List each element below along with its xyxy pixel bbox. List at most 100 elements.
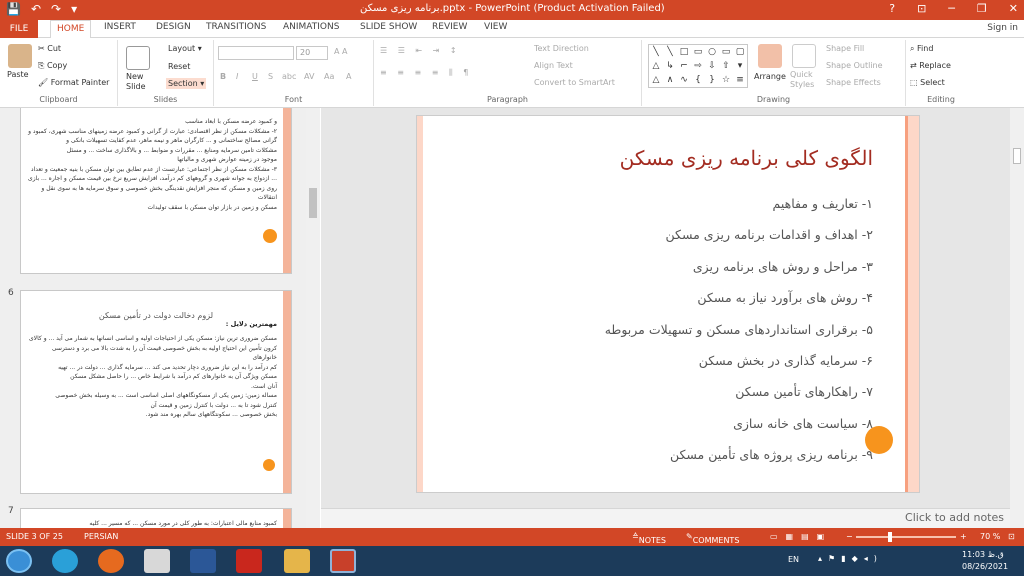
shape-option[interactable]: ╲ [663,45,677,59]
format-painter-button[interactable]: 🖌 Format Painter [38,78,109,87]
shape-effects-button[interactable]: Shape Effects [826,78,881,87]
scroll-thumb[interactable] [1013,148,1021,164]
slide-list-item[interactable]: ۴- روش های برآورد نیاز به مسکن [605,282,873,313]
slide-thumbnail-pane[interactable]: و کمبود عرضه مسکن با ابعاد مناسب ۲- مشکلا… [0,108,320,528]
shape-option[interactable]: } [705,73,719,87]
slide-thumbnail-6[interactable]: لزوم دخالت دولت در تأمین مسکن مهمترین دل… [20,290,292,494]
list-buttons[interactable]: ☰ ☰ ⇤ ⇥ ↕ [380,46,461,55]
shape-option[interactable]: ▭ [691,45,705,59]
acrobat-icon[interactable] [236,549,262,573]
thumbnail-scrollbar[interactable] [306,108,320,528]
bold-button[interactable]: B [220,72,226,81]
tab-view[interactable]: VIEW [484,22,507,32]
media-player-icon[interactable] [144,549,170,573]
scroll-thumb[interactable] [309,188,317,218]
slide-list-item[interactable]: ۵- برقراری استانداردهای مسکن و تسهیلات م… [605,314,873,345]
font-color-button[interactable]: A [346,72,351,81]
zoom-in-button[interactable]: + [960,532,967,541]
customize-qat-icon[interactable]: ▾ [71,2,77,16]
arrange-icon[interactable] [758,44,782,68]
replace-button[interactable]: ⇄ Replace [910,61,951,70]
undo-icon[interactable]: ↶ [31,2,41,16]
shape-option[interactable]: △ [649,73,663,87]
new-slide-icon[interactable] [126,46,150,70]
select-button[interactable]: ⬚ Select [910,78,945,87]
shape-option[interactable]: ▭ [719,45,733,59]
new-slide-button[interactable]: New Slide [126,72,156,92]
shape-fill-button[interactable]: Shape Fill [826,44,864,53]
fit-slide-icon[interactable]: ⊡ [1008,532,1015,541]
powerpoint-taskbar-icon[interactable] [330,549,356,573]
slide-thumbnail-5[interactable]: و کمبود عرضه مسکن با ابعاد مناسب ۲- مشکلا… [20,108,292,274]
quick-styles-icon[interactable] [792,44,816,68]
shape-option[interactable]: ⇩ [705,59,719,73]
redo-icon[interactable]: ↷ [51,2,61,16]
font-size-input[interactable]: 20 [296,46,328,60]
current-slide[interactable]: الگوی کلی برنامه ریزی مسکن ۱- تعاریف و م… [416,115,920,493]
tab-slide-show[interactable]: SLIDE SHOW [360,22,417,32]
layout-button[interactable]: Layout ▾ [168,44,202,53]
convert-smartart-button[interactable]: Convert to SmartArt [534,78,615,87]
notes-pane[interactable]: Click to add notes [321,508,1010,528]
text-direction-button[interactable]: Text Direction [534,44,589,53]
shape-option[interactable]: □ [677,45,691,59]
font-name-input[interactable] [218,46,294,60]
firefox-icon[interactable] [98,549,124,573]
clock-date[interactable]: 08/26/2021 [962,562,1008,571]
tab-insert[interactable]: INSERT [104,22,136,32]
save-icon[interactable]: 💾 [6,2,21,16]
tab-file[interactable]: FILE [0,20,38,38]
tab-design[interactable]: DESIGN [156,22,191,32]
arrange-button[interactable]: Arrange [754,72,786,81]
shape-option[interactable]: ▾ [733,59,747,73]
shape-option[interactable]: ○ [705,45,719,59]
sign-in-link[interactable]: Sign in [987,23,1018,33]
cut-button[interactable]: ✂ Cut [38,44,61,53]
comments-button[interactable]: ✎ COMMENTS [686,532,739,545]
slide-list-item[interactable]: ۲- اهداف و اقدامات برنامه ریزی مسکن [605,219,873,250]
file-explorer-icon[interactable] [284,549,310,573]
paste-icon[interactable] [8,44,32,68]
zoom-slider[interactable] [856,532,956,542]
zoom-level[interactable]: 70 % [980,532,1000,541]
shape-option[interactable]: ≡ [733,73,747,87]
tray-icons[interactable]: ▴⚑▮◆◂) [818,554,883,563]
shape-option[interactable]: ⇨ [691,59,705,73]
reset-button[interactable]: Reset [168,62,190,71]
shape-option[interactable]: ▢ [733,45,747,59]
shape-option[interactable]: ⌐ [677,59,691,73]
clock-time[interactable]: 11:03 ق.ظ [962,550,1004,559]
tab-review[interactable]: REVIEW [432,22,467,32]
shape-option[interactable]: ↳ [663,59,677,73]
copy-button[interactable]: ⎘ Copy [38,61,67,71]
slide-title[interactable]: الگوی کلی برنامه ریزی مسکن [620,146,873,170]
start-button[interactable] [6,549,32,573]
minimize-button[interactable]: ─ [948,2,955,15]
word-icon[interactable] [190,549,216,573]
find-button[interactable]: ⌕ Find [910,44,933,54]
telegram-icon[interactable] [52,549,78,573]
slide-list-item[interactable]: ۳- مراحل و روش های برنامه ریزی [605,251,873,282]
shape-option[interactable]: ☆ [719,73,733,87]
slide-list-item[interactable]: ۶- سرمایه گذاری در بخش مسکن [605,345,873,376]
shape-option[interactable]: { [691,73,705,87]
tab-animations[interactable]: ANIMATIONS [283,22,339,32]
align-buttons[interactable]: ≡ ≡ ≡ ≡ ⫼ ¶ [380,68,472,78]
tab-home[interactable]: HOME [50,20,92,39]
restore-button[interactable]: ❐ [977,2,987,15]
help-button[interactable]: ? [889,2,895,15]
slide-list-item[interactable]: ۷- راهکارهای تأمین مسکن [605,376,873,407]
zoom-out-button[interactable]: − [846,532,853,541]
editor-scrollbar[interactable] [1010,108,1024,528]
close-button[interactable]: ✕ [1009,2,1018,15]
tab-transitions[interactable]: TRANSITIONS [206,22,266,32]
change-case-button[interactable]: Aa [324,72,334,81]
ribbon-display-button[interactable]: ⊡ [917,2,926,15]
slide-list-item[interactable]: ۸- سیاست های خانه سازی [605,408,873,439]
slide-thumbnail-7[interactable]: کمبود منابع مالی اعتبارات: به طور کلی در… [20,508,292,528]
notes-button[interactable]: ≙ NOTES [632,532,666,545]
shape-option[interactable]: ∧ [663,73,677,87]
language-indicator[interactable]: PERSIAN [84,532,118,541]
shape-outline-button[interactable]: Shape Outline [826,61,883,70]
paste-button[interactable]: Paste [7,70,29,79]
